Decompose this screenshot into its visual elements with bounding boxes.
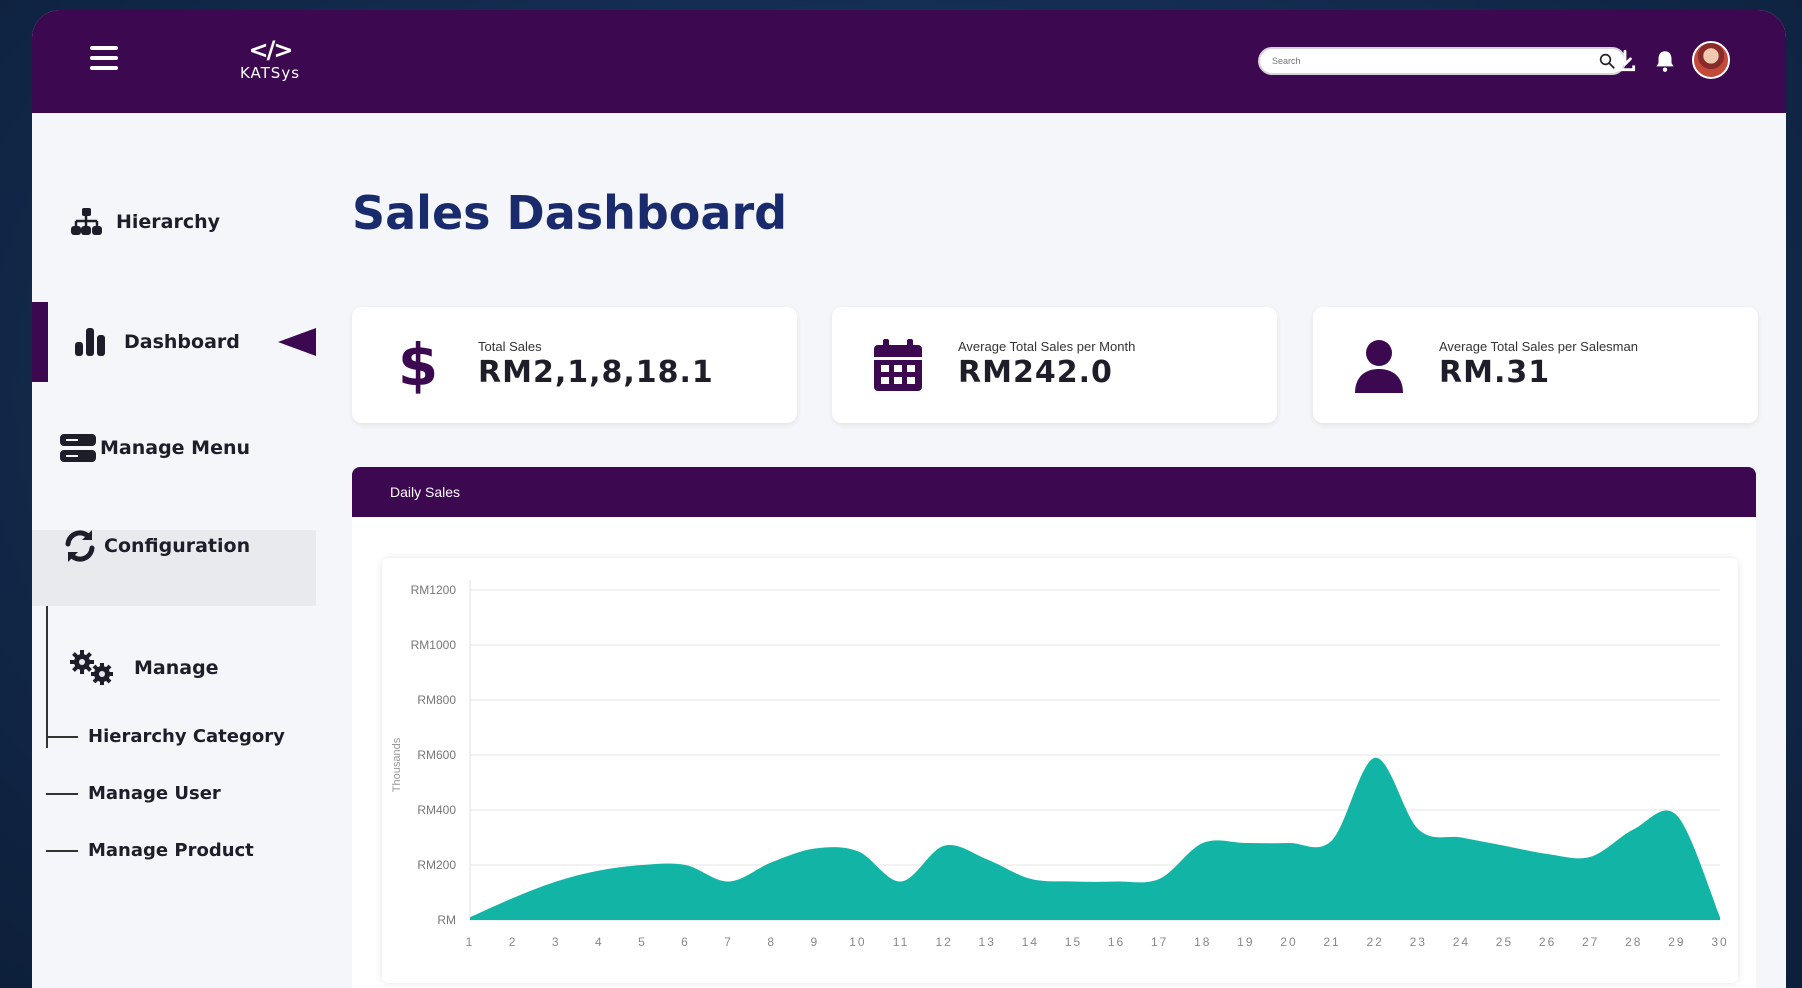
sidebar-subitem-manage-user[interactable]: Manage User xyxy=(46,783,221,804)
gears-icon xyxy=(70,650,113,685)
kpi-card-avg-sales-salesman: Average Total Sales per Salesman RM.31 xyxy=(1313,307,1758,423)
sales-area-series xyxy=(470,757,1720,920)
y-tick-label: RM200 xyxy=(417,858,456,872)
sidebar-item-label: Configuration xyxy=(104,535,251,557)
x-tick-label: 15 xyxy=(1065,935,1082,949)
y-tick-label: RM xyxy=(437,913,456,927)
x-tick-label: 4 xyxy=(595,935,604,949)
y-tick-label: RM800 xyxy=(417,693,456,707)
logo-text: KATSys xyxy=(239,64,301,82)
kpi-label: Average Total Sales per Month xyxy=(958,339,1136,354)
x-tick-label: 23 xyxy=(1410,935,1427,949)
calendar-icon xyxy=(874,339,922,391)
search-box[interactable] xyxy=(1258,47,1626,75)
sidebar-item-hierarchy[interactable]: Hierarchy xyxy=(32,202,316,242)
hamburger-menu-icon[interactable] xyxy=(90,46,118,72)
y-tick-label: RM1200 xyxy=(411,583,457,597)
x-tick-label: 9 xyxy=(810,935,819,949)
x-tick-label: 12 xyxy=(935,935,952,949)
search-input[interactable] xyxy=(1272,52,1572,70)
sidebar-item-manage-menu[interactable]: Manage Menu xyxy=(32,428,316,468)
x-tick-label: 1 xyxy=(466,935,475,949)
active-arrow-icon xyxy=(278,328,316,356)
daily-sales-panel-header: Daily Sales xyxy=(352,467,1756,517)
kpi-label: Average Total Sales per Salesman xyxy=(1439,339,1638,354)
sidebar-subitem-label: Hierarchy Category xyxy=(88,726,285,747)
sidebar-item-label: Hierarchy xyxy=(116,211,221,233)
logo[interactable]: </> KATSys xyxy=(228,36,312,96)
user-avatar[interactable] xyxy=(1692,41,1730,79)
sidebar-subitem-label: Manage Product xyxy=(88,840,254,861)
kpi-value: RM242.0 xyxy=(958,355,1113,390)
x-tick-label: 25 xyxy=(1496,935,1513,949)
sidebar-item-dashboard[interactable]: Dashboard xyxy=(32,322,316,362)
app-window: </> KATSys Hierarc xyxy=(32,10,1786,988)
sidebar-item-label: Manage Menu xyxy=(100,437,251,459)
sidebar-item-manage[interactable]: Manage xyxy=(32,648,316,688)
kpi-value: RM.31 xyxy=(1439,355,1551,390)
page-title: Sales Dashboard xyxy=(352,186,788,240)
x-tick-label: 7 xyxy=(724,935,733,949)
server-icon xyxy=(60,434,96,462)
sidebar-item-label: Dashboard xyxy=(124,331,240,353)
kpi-card-total-sales: $ Total Sales RM2,1,8,18.1 xyxy=(352,307,797,423)
logo-mark-icon: </> xyxy=(248,36,294,64)
x-tick-label: 20 xyxy=(1280,935,1297,949)
x-tick-label: 26 xyxy=(1539,935,1556,949)
x-tick-label: 27 xyxy=(1582,935,1599,949)
download-icon[interactable] xyxy=(1612,48,1638,74)
y-tick-label: RM1000 xyxy=(411,638,457,652)
bar-chart-icon xyxy=(75,328,105,356)
y-tick-label: RM600 xyxy=(417,748,456,762)
y-tick-label: RM400 xyxy=(417,803,456,817)
x-tick-label: 11 xyxy=(893,935,909,949)
top-bar: </> KATSys xyxy=(32,10,1786,113)
daily-sales-chart: RM RM200 RM400 RM600 RM800 RM1000 RM1200 Thousa… xyxy=(382,558,1738,983)
daily-sales-chart-svg: RM RM200 RM400 RM600 RM800 RM1000 RM1200 Thousa… xyxy=(391,580,1728,949)
x-tick-label: 6 xyxy=(681,935,690,949)
kpi-label: Total Sales xyxy=(478,339,542,354)
panel-title: Daily Sales xyxy=(390,484,461,500)
x-tick-label: 29 xyxy=(1668,935,1685,949)
x-tick-label: 8 xyxy=(767,935,776,949)
x-tick-label: 16 xyxy=(1108,935,1125,949)
x-tick-label: 2 xyxy=(509,935,518,949)
x-tick-label: 22 xyxy=(1366,935,1383,949)
x-tick-label: 19 xyxy=(1237,935,1254,949)
sidebar-subitem-label: Manage User xyxy=(88,783,221,804)
sitemap-icon xyxy=(71,208,102,235)
y-axis-title: Thousands xyxy=(391,737,403,792)
dollar-icon: $ xyxy=(397,331,439,399)
x-tick-label: 14 xyxy=(1022,935,1039,949)
x-tick-label: 24 xyxy=(1453,935,1470,949)
bell-icon[interactable] xyxy=(1652,48,1678,74)
sidebar-item-configuration[interactable]: Configuration xyxy=(32,526,316,566)
x-tick-label: 28 xyxy=(1625,935,1642,949)
x-tick-label: 17 xyxy=(1151,935,1168,949)
x-tick-label: 5 xyxy=(638,935,647,949)
x-tick-label: 10 xyxy=(849,935,866,949)
refresh-icon xyxy=(65,530,95,562)
kpi-value: RM2,1,8,18.1 xyxy=(478,355,714,390)
sidebar-subitem-manage-product[interactable]: Manage Product xyxy=(46,840,254,861)
user-icon xyxy=(1355,340,1403,393)
kpi-card-avg-sales-month: Average Total Sales per Month RM242.0 xyxy=(832,307,1277,423)
x-tick-label: 30 xyxy=(1711,935,1728,949)
x-tick-label: 21 xyxy=(1323,935,1340,949)
sidebar-item-label: Manage xyxy=(134,657,219,679)
x-tick-label: 13 xyxy=(979,935,996,949)
sidebar-subitem-hierarchy-category[interactable]: Hierarchy Category xyxy=(46,726,285,747)
x-tick-label: 3 xyxy=(552,935,561,949)
x-tick-label: 18 xyxy=(1194,935,1211,949)
